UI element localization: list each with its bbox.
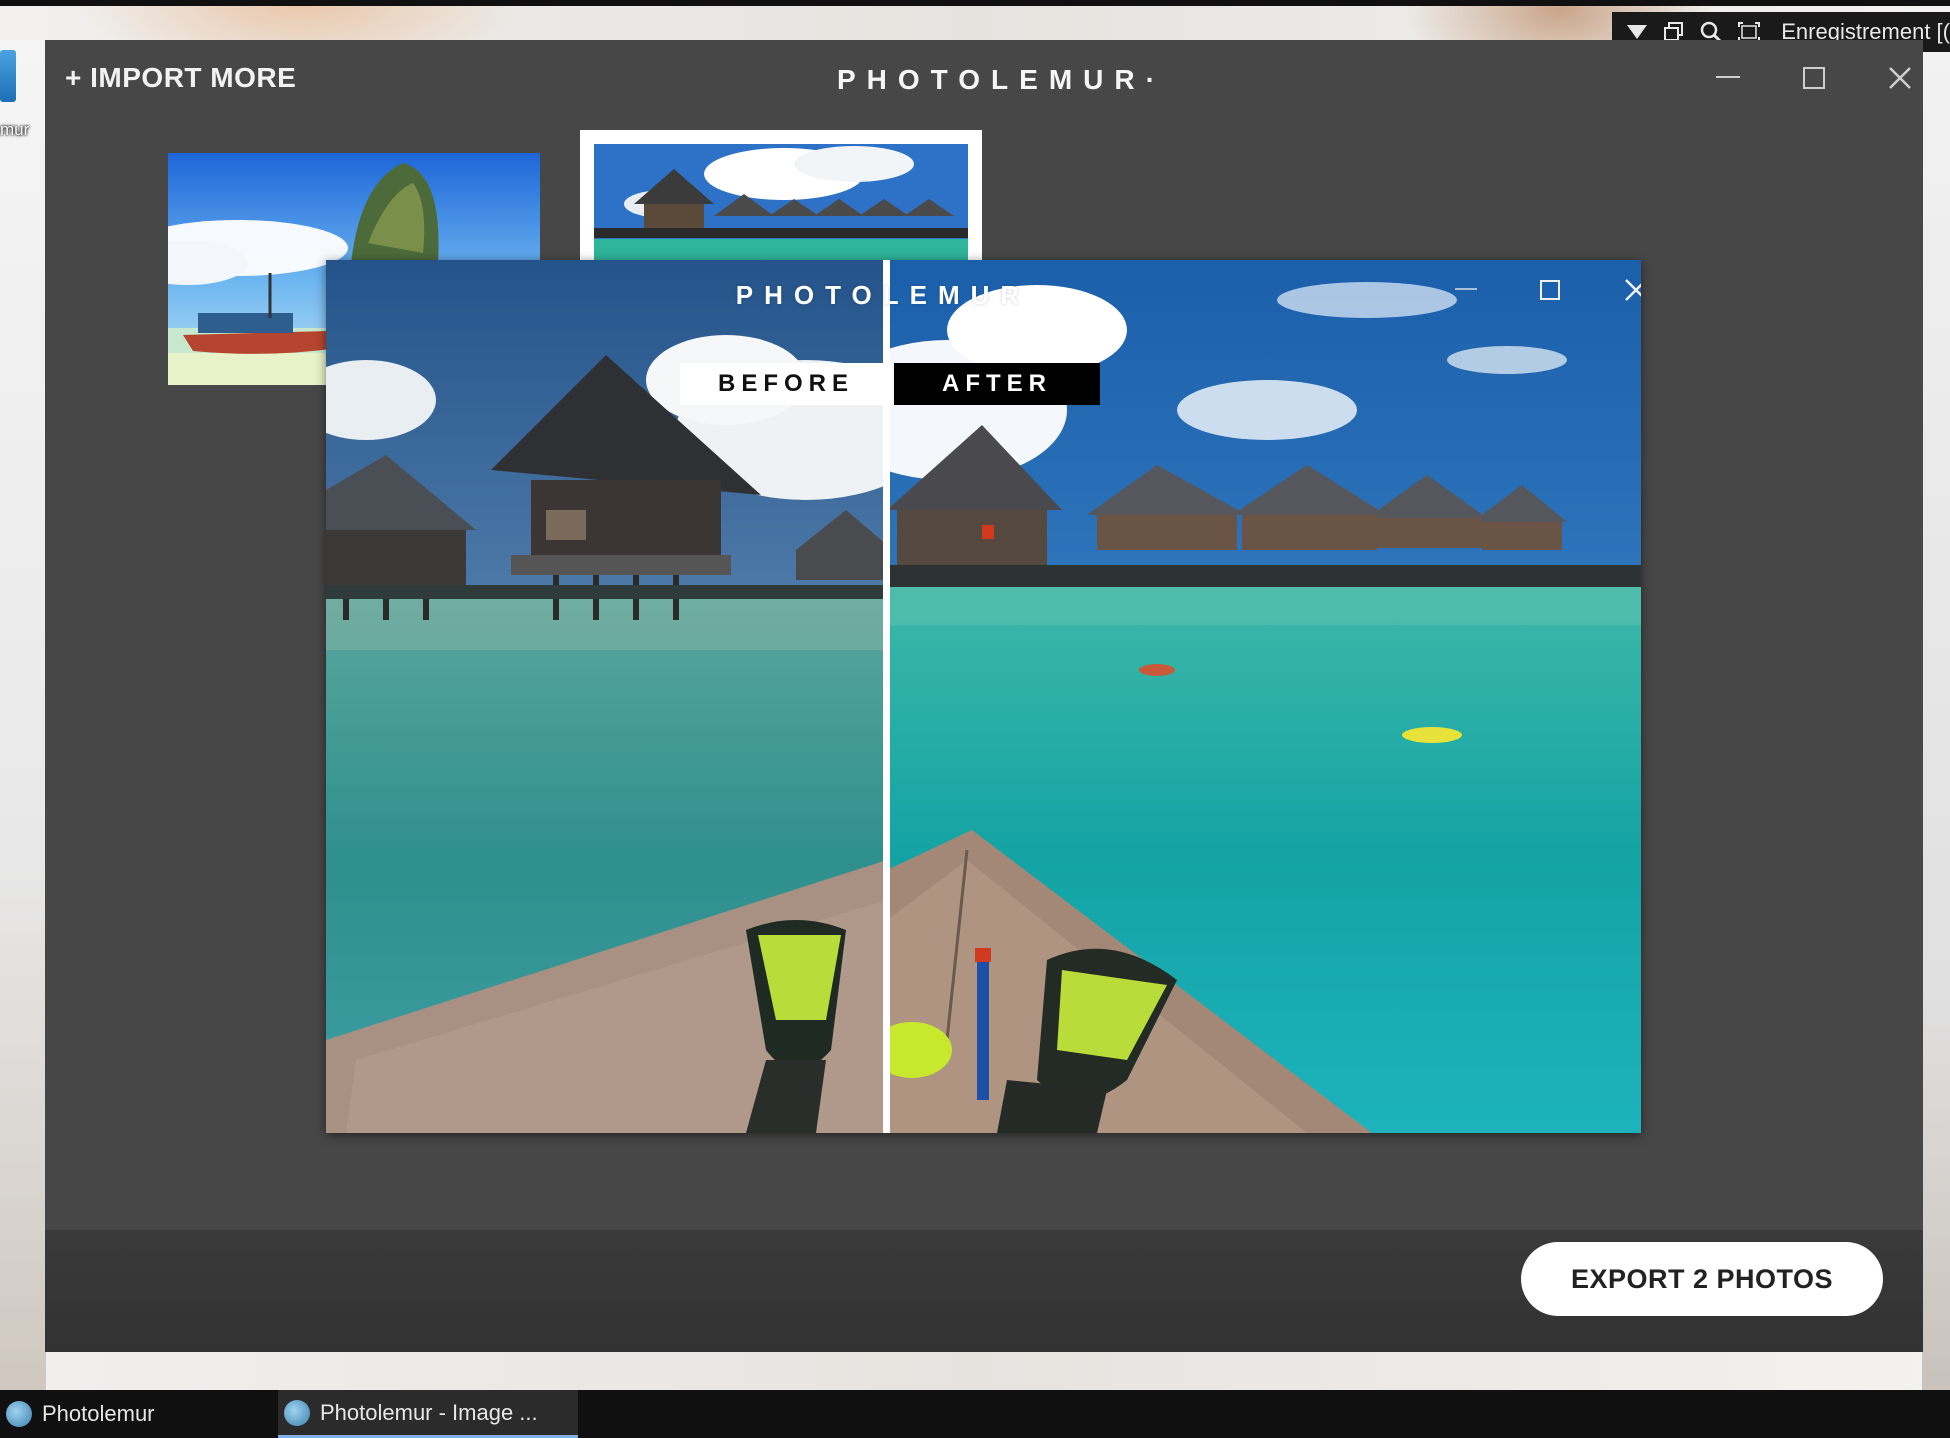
preview-close-button[interactable] (1616, 270, 1641, 310)
before-label: BEFORE (680, 363, 892, 405)
stilt-houses-photo (594, 144, 968, 270)
photolemur-app-icon (6, 1401, 32, 1427)
minimize-icon (1716, 76, 1740, 78)
desktop-icon-label: mur (0, 120, 30, 139)
photolemur-app-icon (284, 1399, 310, 1426)
photolemur-window: + IMPORT MORE PHOTOLEMUR· BEFORE AFTER P… (45, 40, 1923, 1352)
close-icon (1889, 67, 1911, 89)
maximize-icon (1803, 67, 1825, 89)
photo-thumbnail-selected[interactable] (580, 130, 982, 270)
taskbar-item-photolemur-image[interactable]: Photolemur - Image ... (278, 1390, 578, 1438)
maximize-button[interactable] (1792, 58, 1836, 98)
preview-maximize-button[interactable] (1530, 270, 1570, 310)
stilt-houses-thumb (594, 144, 968, 270)
export-photos-button[interactable]: EXPORT 2 PHOTOS (1521, 1242, 1883, 1316)
desktop-left-edge (0, 40, 46, 1400)
close-icon (1625, 279, 1641, 301)
desktop-right-edge (1922, 40, 1950, 1400)
minimize-icon (1455, 288, 1477, 290)
taskbar-item-label: Photolemur - Image ... (320, 1399, 538, 1425)
taskbar-item-photolemur[interactable]: Photolemur (0, 1390, 260, 1438)
minimize-button[interactable] (1706, 58, 1750, 98)
app-brand-title: PHOTOLEMUR· (837, 64, 1166, 96)
after-label: AFTER (894, 363, 1100, 405)
desktop-app-icon[interactable] (0, 50, 16, 102)
app-brand-text: PHOTOLEMUR (837, 64, 1146, 95)
taskbar: Photolemur Photolemur - Image ... (0, 1390, 1950, 1438)
taskbar-item-label: Photolemur (42, 1401, 155, 1426)
before-after-preview[interactable]: BEFORE AFTER PHOTOLEMUR (326, 260, 1641, 1133)
preview-brand-title: PHOTOLEMUR (735, 280, 1031, 310)
brand-menu-dot[interactable]: · (1146, 64, 1166, 95)
top-strip (0, 0, 1950, 6)
maximize-icon (1540, 280, 1560, 300)
import-more-button[interactable]: + IMPORT MORE (65, 62, 296, 94)
close-button[interactable] (1878, 58, 1922, 98)
preview-minimize-button[interactable] (1446, 270, 1486, 310)
